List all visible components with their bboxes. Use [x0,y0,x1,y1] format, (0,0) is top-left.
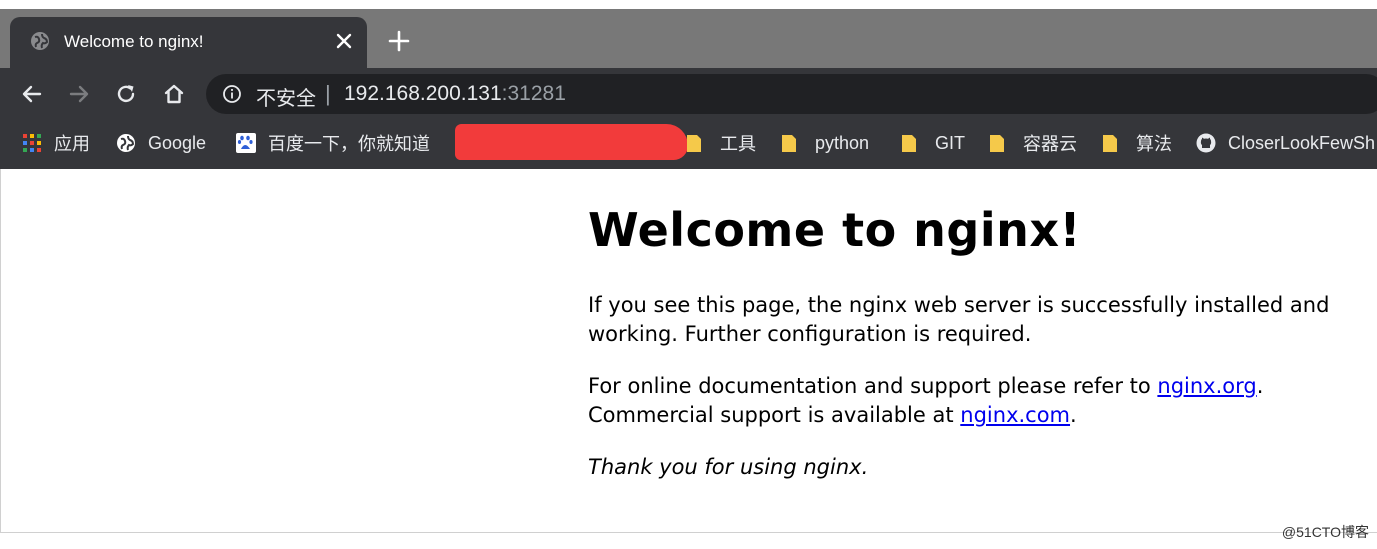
bookmark-baidu-label: 百度一下，你就知道 [268,134,430,154]
bookmark-tools[interactable]: 工具 [686,131,756,155]
intro-line-1: If you see this page, the nginx web serv… [588,293,1330,317]
bookmark-git-label: GIT [935,132,965,153]
globe-icon [117,134,135,152]
watermark: @51CTO博客 [1281,524,1369,540]
intro-line-2: working. Further configuration is requir… [588,322,1032,346]
bookmark-python[interactable]: python [781,131,869,155]
toolbar: 不安全 | 192.168.200.131:31281 [0,68,1377,120]
nginx-com-link[interactable]: nginx.com [960,403,1070,427]
github-icon [1196,133,1216,153]
bookmark-google-label: Google [148,132,207,153]
tab-title: Welcome to nginx! [64,32,204,51]
folder-icon [990,135,1004,152]
bookmark-apps-label: 应用 [54,134,90,154]
baidu-paw-icon [236,133,256,153]
tab-active[interactable]: Welcome to nginx! [10,17,367,68]
bookmark-algorithm[interactable]: 算法 [1102,131,1172,155]
page-title: Welcome to nginx! [588,203,1082,257]
plus-icon[interactable] [386,28,412,54]
bookmark-baidu[interactable]: 百度一下，你就知道 [236,131,430,155]
thank-you-text: Thank you for using nginx. [588,455,869,479]
arrow-left-icon[interactable] [20,82,44,106]
folder-icon [687,135,701,152]
bookmark-apps[interactable]: 应用 [22,131,90,155]
info-icon[interactable] [222,84,242,104]
tab-bar: Welcome to nginx! [0,9,1377,68]
bookmark-container[interactable]: 容器云 [989,131,1077,155]
url-host: 192.168.200.131 [344,82,502,105]
bookmarks-bar: 应用 Google 百度一下，你就知道 工具 python GIT 容器云 算法 [0,120,1377,169]
redaction-mark [455,124,688,160]
nginx-org-link[interactable]: nginx.org [1157,374,1256,398]
bookmark-github-label: CloserLookFewSh [1228,132,1376,153]
paragraph-docs: For online documentation and support ple… [588,372,1263,430]
folder-icon [1103,135,1117,152]
home-icon[interactable] [162,82,186,106]
globe-icon [31,32,49,50]
docs-text-2: Commercial support is available at [588,403,961,427]
bookmark-container-label: 容器云 [1023,134,1077,154]
bookmark-algorithm-label: 算法 [1136,134,1172,154]
apps-grid-icon [23,134,41,152]
page-content: Welcome to nginx! If you see this page, … [0,169,1377,533]
paragraph-intro: If you see this page, the nginx web serv… [588,291,1329,349]
folder-icon [902,135,916,152]
bookmark-tools-label: 工具 [720,134,756,154]
bookmark-python-label: python [815,132,870,153]
bookmark-git[interactable]: GIT [901,131,965,155]
docs-text-1: For online documentation and support ple… [588,374,1158,398]
page-border-left [0,169,1,533]
url-separator: | [325,81,331,106]
arrow-right-icon[interactable] [67,82,91,106]
top-strip [0,0,1377,9]
docs-period-2: . [1070,403,1077,427]
url-port: :31281 [501,82,566,105]
folder-icon [782,135,796,152]
bookmark-google[interactable]: Google [116,131,206,155]
reload-icon[interactable] [114,82,138,106]
docs-period-1: . [1256,374,1264,398]
url-text[interactable]: 192.168.200.131:31281 [344,82,566,106]
bookmark-github[interactable]: CloserLookFewSh [1196,131,1375,155]
close-icon[interactable] [332,29,356,53]
address-bar[interactable]: 不安全 | 192.168.200.131:31281 [206,74,1377,114]
page-border-bottom [0,532,1377,533]
security-status[interactable]: 不安全 [256,82,316,111]
